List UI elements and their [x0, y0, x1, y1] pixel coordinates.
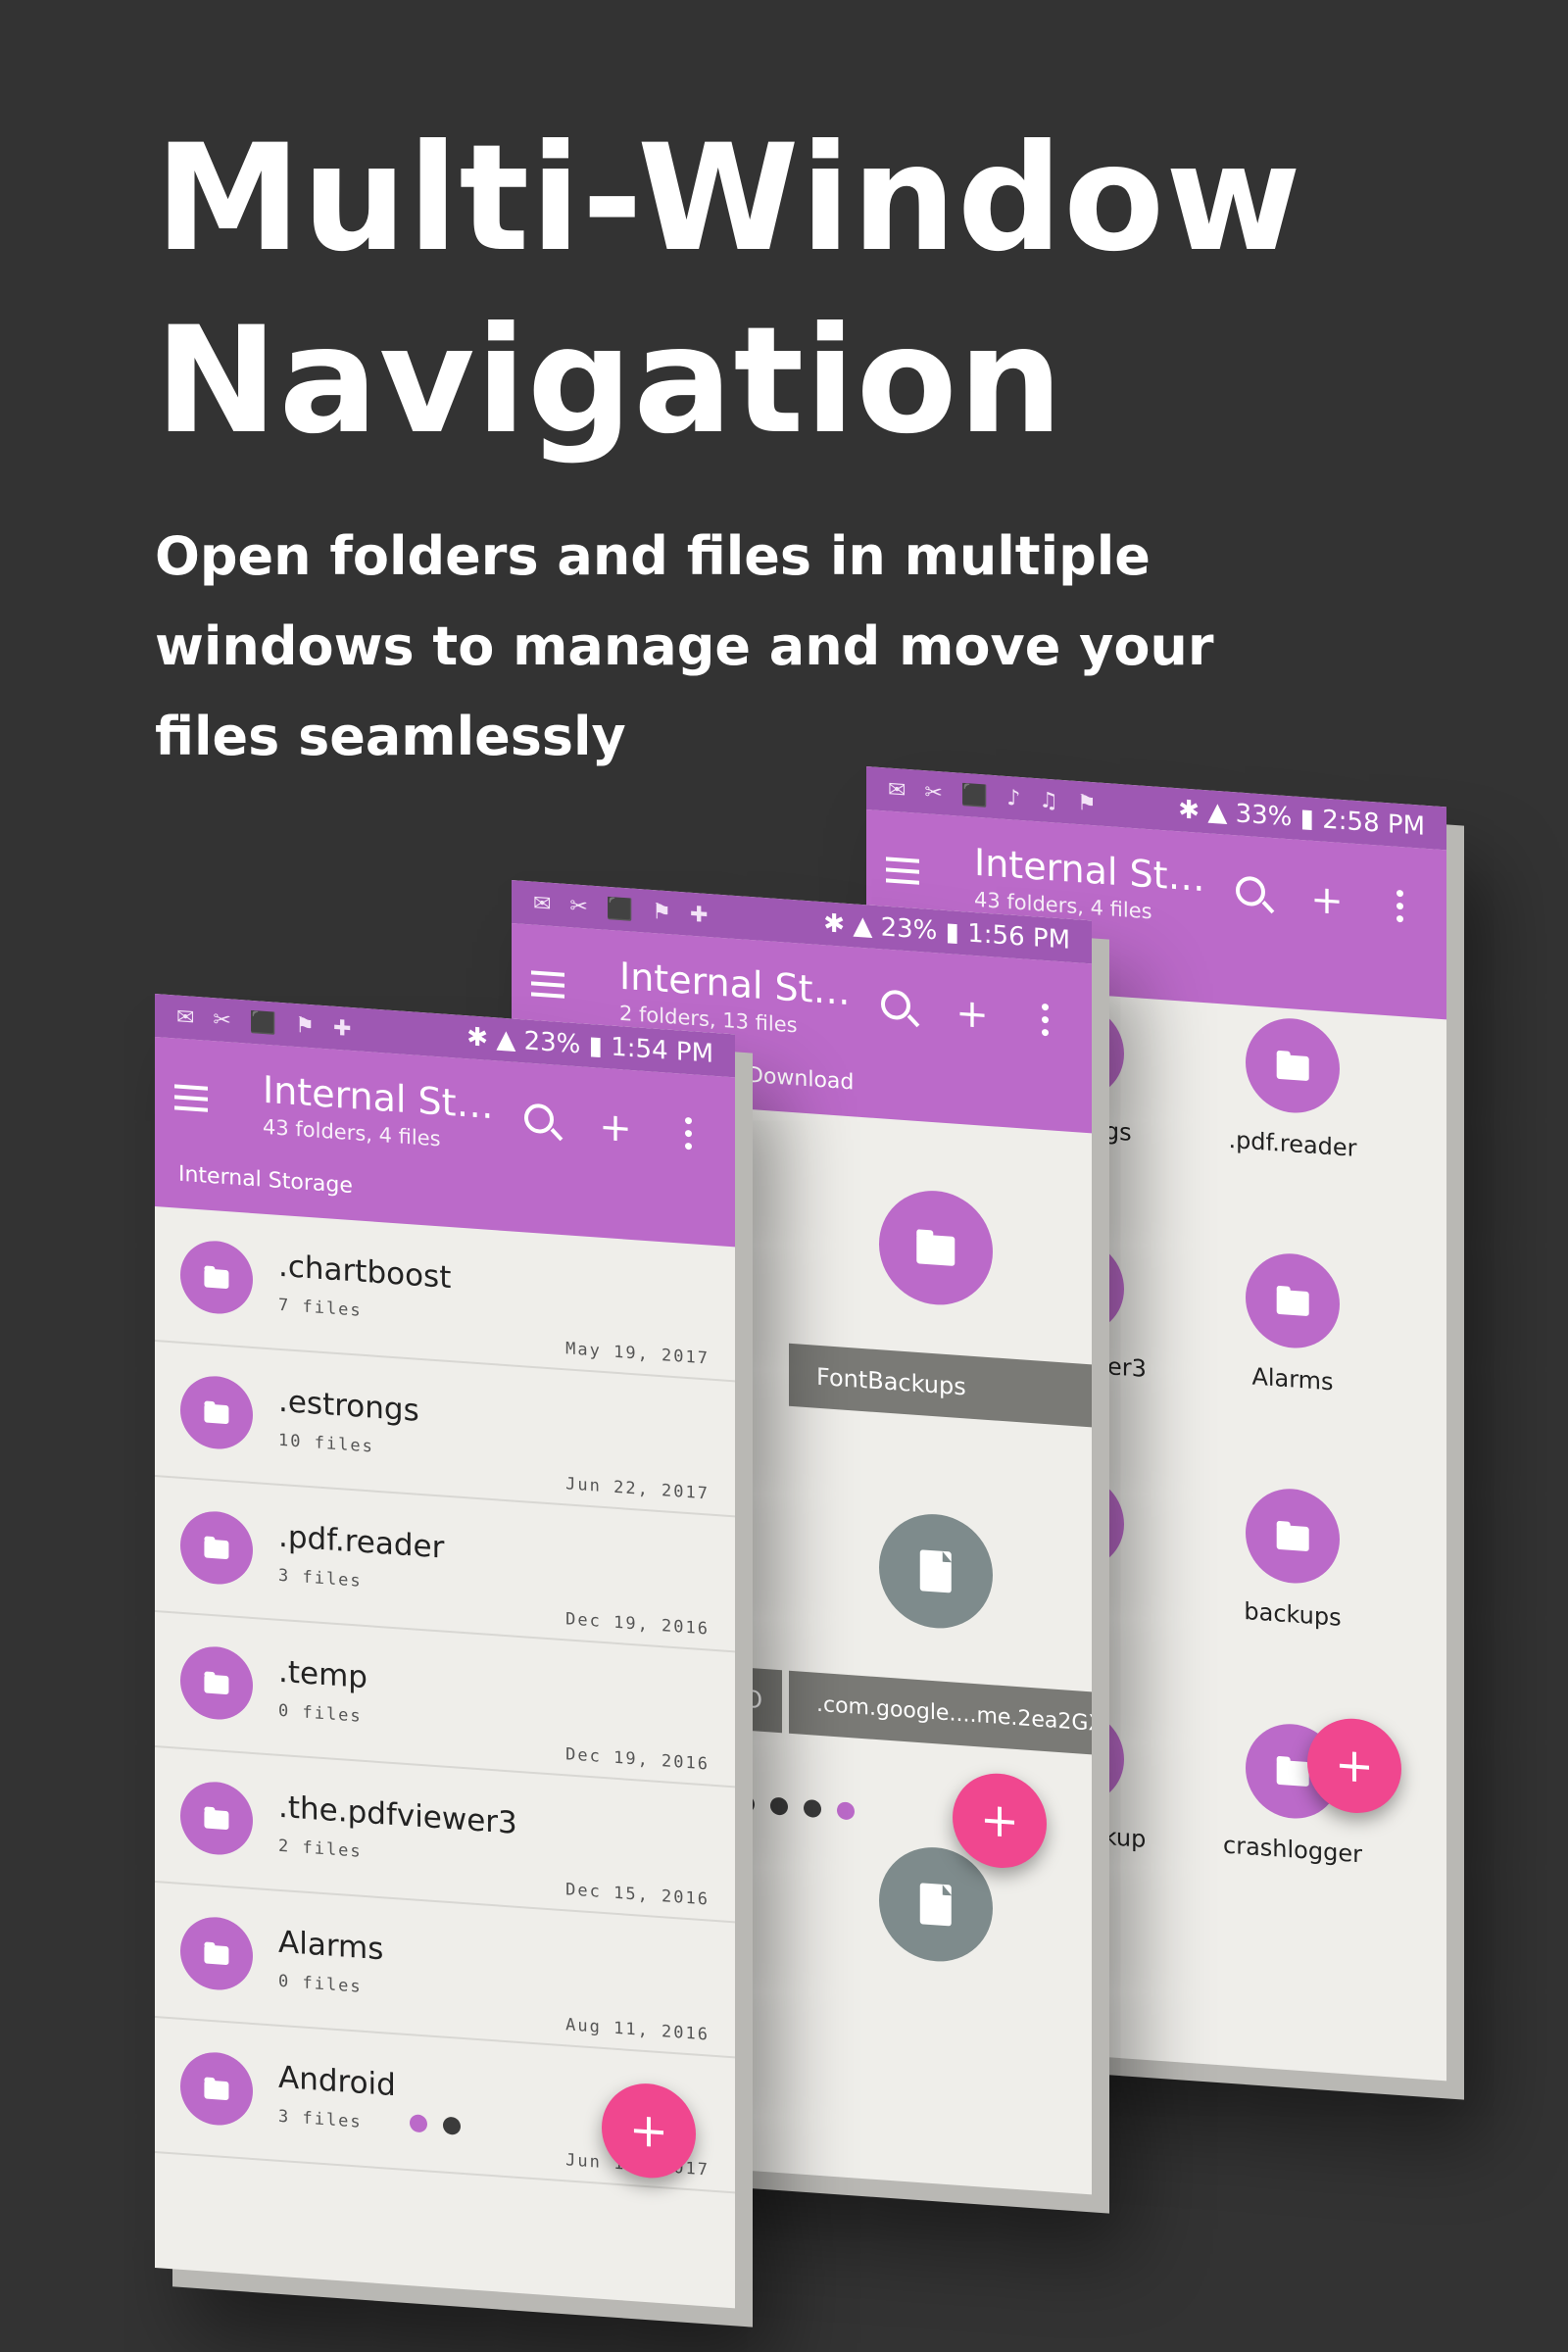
battery-level: 33% — [1235, 799, 1293, 833]
search-icon — [1236, 875, 1265, 907]
folder-circle — [180, 1508, 253, 1587]
add-button[interactable]: + — [1299, 871, 1354, 930]
more-vert-icon[interactable] — [661, 1103, 715, 1162]
grid-folder[interactable]: backups — [1200, 1483, 1386, 1635]
file-circle — [879, 1843, 993, 1966]
file-icon — [919, 1549, 953, 1593]
clock: 1:54 PM — [611, 1032, 713, 1069]
folder-label: crashlogger — [1223, 1831, 1362, 1869]
more-vert-icon[interactable] — [1372, 876, 1427, 935]
more-vert-icon[interactable] — [1017, 990, 1072, 1049]
add-icon: + — [1334, 1737, 1375, 1795]
menu-icon[interactable] — [531, 970, 564, 999]
folder-circle — [180, 1238, 253, 1316]
headline-line-1: Multi-Window — [155, 114, 1302, 284]
add-icon: + — [1310, 876, 1344, 925]
search-icon — [524, 1102, 554, 1135]
search-button[interactable] — [872, 980, 927, 1039]
add-icon: + — [628, 2101, 669, 2160]
menu-icon[interactable] — [886, 857, 919, 885]
grid-folder[interactable]: Alarms — [1200, 1248, 1386, 1399]
headline-line-2: Navigation — [155, 296, 1064, 466]
front-window: ✉ ✂ ⬛ ⚑ ✚ ✱ ▲ 23% ▮ 1:54 PM Internal Sto… — [155, 994, 735, 2309]
battery-level: 23% — [880, 912, 938, 947]
battery-level: 23% — [523, 1026, 581, 1060]
headline: Multi-Window Navigation — [155, 108, 1302, 472]
search-button[interactable] — [1227, 866, 1282, 925]
add-icon: + — [979, 1791, 1020, 1850]
folder-label: .pdf.reader — [1228, 1125, 1357, 1163]
search-button[interactable] — [515, 1094, 570, 1152]
add-button[interactable]: + — [945, 985, 1000, 1044]
folder-circle — [180, 2049, 253, 2128]
folder-icon — [204, 1268, 229, 1290]
folder-icon — [1276, 1524, 1309, 1552]
folder-icon — [204, 1809, 229, 1831]
folder-circle — [1246, 1015, 1340, 1116]
folder-circle — [1246, 1486, 1340, 1587]
folder-icon — [204, 1944, 229, 1966]
folder-icon — [1276, 1759, 1309, 1788]
add-icon: + — [599, 1103, 632, 1152]
clock: 1:56 PM — [967, 918, 1070, 956]
title-block: Internal Stora... 43 folders, 4 files — [263, 1068, 498, 1155]
folder-list: .chartboost 7 files May 19, 2017 .estrong… — [155, 1206, 735, 2194]
folder-icon — [204, 1403, 229, 1425]
file-circle — [879, 1510, 993, 1633]
folder-label: Alarms — [1251, 1362, 1334, 1396]
subtitle: Open folders and files in multiple windo… — [155, 525, 1214, 767]
folder-circle — [180, 1643, 253, 1722]
search-icon — [881, 989, 910, 1021]
folder-icon — [204, 1674, 229, 1695]
folder-circle — [879, 1187, 993, 1309]
folder-icon — [1276, 1289, 1309, 1317]
folder-icon — [204, 2080, 229, 2101]
folder-label: backups — [1244, 1596, 1342, 1632]
tile-label: FontBackups — [789, 1343, 1092, 1428]
folder-icon — [204, 1539, 229, 1560]
folder-circle — [180, 1779, 253, 1857]
grid-folder[interactable]: .pdf.reader — [1200, 1012, 1386, 1164]
add-icon: + — [956, 990, 989, 1039]
folder-icon — [916, 1234, 956, 1267]
clock: 2:58 PM — [1322, 805, 1425, 842]
menu-icon[interactable] — [174, 1084, 208, 1112]
folder-circle — [180, 1914, 253, 1992]
folder-icon — [1276, 1054, 1309, 1082]
tile-label: .com.google....me.2ea2GX — [789, 1670, 1092, 1755]
add-button[interactable]: + — [588, 1099, 643, 1157]
file-icon — [919, 1883, 953, 1927]
folder-circle — [1246, 1250, 1340, 1351]
folder-circle — [180, 1373, 253, 1451]
